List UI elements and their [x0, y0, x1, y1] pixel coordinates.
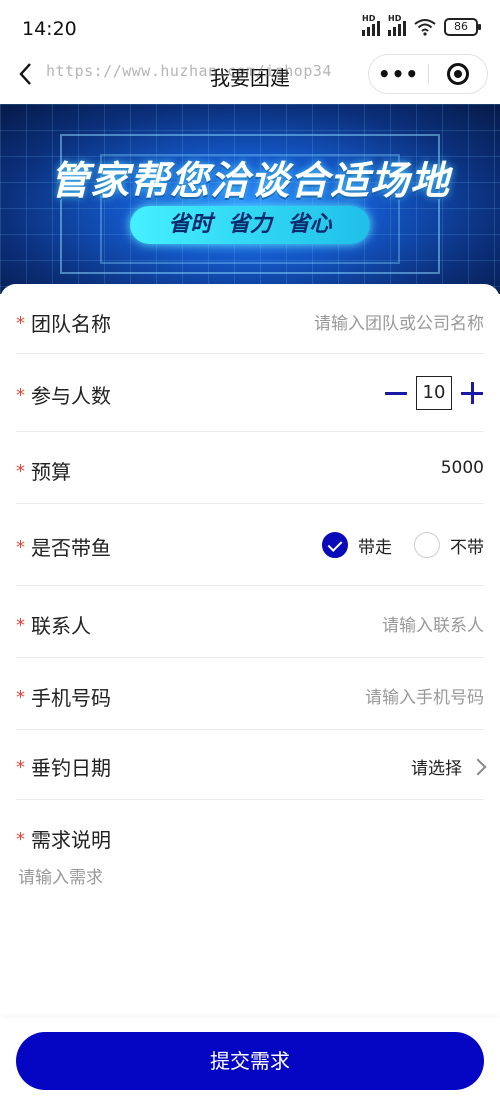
phone-label: * 手机号码 — [16, 686, 111, 710]
minus-icon[interactable] — [384, 381, 408, 405]
close-miniprogram-button[interactable] — [429, 63, 487, 85]
status-time: 14:20 — [22, 18, 77, 40]
fishing-date-picker[interactable]: 请选择 — [411, 754, 487, 779]
radio-take-away[interactable]: 带走 — [322, 532, 392, 558]
target-icon — [446, 63, 469, 85]
more-menu-icon[interactable]: ••• — [369, 62, 428, 86]
budget-row[interactable]: * 预算 5000 — [16, 432, 484, 504]
radio-not-take[interactable]: 不带 — [414, 532, 484, 558]
phone-row[interactable]: * 手机号码 请输入手机号码 — [16, 658, 484, 730]
requirements-textarea[interactable]: 请输入需求 — [18, 863, 103, 888]
mini-program-capsule: ••• — [368, 54, 488, 94]
take-fish-row: * 是否带鱼 带走 不带 — [16, 504, 484, 586]
chevron-right-icon — [469, 758, 487, 775]
requirements-row: * 需求说明 — [16, 800, 484, 870]
requirements-label: * 需求说明 — [16, 828, 111, 852]
promo-banner: 管家帮您洽谈合适场地 省时 省力 省心 — [0, 104, 500, 294]
radio-not-take-label: 不带 — [450, 537, 484, 558]
network-type-label: HD — [362, 14, 376, 23]
phone-input[interactable]: 请输入手机号码 — [365, 683, 484, 708]
wifi-icon — [414, 19, 436, 36]
radio-take-away-label: 带走 — [358, 537, 392, 558]
battery-icon: 86 — [444, 18, 481, 36]
budget-label: * 预算 — [16, 460, 71, 484]
team-name-label: * 团队名称 — [16, 312, 111, 336]
signal-icon-2: HD — [388, 14, 406, 36]
fishing-date-row[interactable]: * 垂钓日期 请选择 — [16, 730, 487, 800]
signal-icon: HD — [362, 14, 380, 36]
watermark-text: https://www.huzhan.com/ishop34 — [46, 62, 332, 80]
participants-value[interactable]: 10 — [416, 376, 452, 410]
banner-tagline: 省时 省力 省心 — [130, 206, 370, 244]
team-name-input[interactable]: 请输入团队或公司名称 — [314, 309, 484, 334]
status-icons: HD HD 86 — [362, 14, 481, 36]
plus-icon[interactable] — [460, 381, 484, 405]
team-name-row[interactable]: * 团队名称 请输入团队或公司名称 — [16, 284, 484, 354]
fishing-date-label: * 垂钓日期 — [16, 756, 111, 780]
participants-label: * 参与人数 — [16, 384, 111, 408]
take-fish-label: * 是否带鱼 — [16, 536, 111, 560]
contact-input[interactable]: 请输入联系人 — [382, 611, 484, 636]
contact-label: * 联系人 — [16, 614, 91, 638]
footer-bar: 提交需求 — [0, 1018, 500, 1111]
radio-checked-icon — [322, 532, 348, 558]
nav-bar: 我要团建 https://www.huzhan.com/ishop34 ••• — [0, 48, 500, 104]
budget-input[interactable]: 5000 — [441, 458, 484, 478]
team-building-form: * 团队名称 请输入团队或公司名称 * 参与人数 10 * 预算 5000 * 是否带鱼… — [0, 284, 500, 1018]
participants-stepper: 10 — [384, 376, 484, 410]
fishing-date-value: 请选择 — [411, 759, 462, 779]
participants-row: * 参与人数 10 — [16, 354, 484, 432]
radio-unchecked-icon — [414, 532, 440, 558]
take-fish-radio-group: 带走 不带 — [300, 532, 484, 558]
contact-row[interactable]: * 联系人 请输入联系人 — [16, 586, 484, 658]
submit-button[interactable]: 提交需求 — [16, 1032, 484, 1090]
network-type-label-2: HD — [388, 14, 402, 23]
banner-headline: 管家帮您洽谈合适场地 — [49, 159, 450, 204]
